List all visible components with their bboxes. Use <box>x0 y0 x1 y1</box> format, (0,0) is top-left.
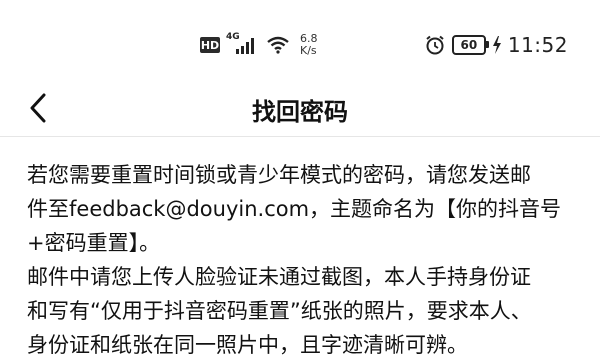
status-bar: HD 4G 6.8 K/s 60 11:52 <box>0 0 600 80</box>
signal-bars-icon <box>236 38 254 54</box>
status-time: 11:52 <box>507 33 568 57</box>
text-line: 和写有“仅用于抖音密码重置”纸张的照片，要求本人、 <box>27 299 532 323</box>
hd-badge: HD <box>200 37 220 53</box>
instructions-content: 若您需要重置时间锁或青少年模式的密码，请您发送邮 件至feedback@douy… <box>27 158 587 362</box>
text-line: 件至feedback@douyin.com，主题命名为【你的抖音号 <box>27 197 562 221</box>
charging-bolt-icon <box>492 36 501 54</box>
wifi-icon <box>267 36 289 54</box>
page-title: 找回密码 <box>252 98 348 126</box>
speed-unit: K/s <box>300 44 317 57</box>
text-line: 若您需要重置时间锁或青少年模式的密码，请您发送邮 <box>27 163 531 187</box>
text-line: +密码重置】。 <box>27 231 161 255</box>
status-bar-left: HD 4G 6.8 K/s <box>200 30 318 60</box>
status-bar-right: 60 11:52 <box>424 30 568 60</box>
cellular-signal-icon: 4G <box>226 32 260 56</box>
network-speed: 6.8 K/s <box>300 33 318 57</box>
battery-indicator: 60 <box>451 35 489 55</box>
navigation-bar: 找回密码 <box>0 80 600 137</box>
battery-level: 60 <box>460 38 478 52</box>
text-line: 身份证和纸张在同一照片中，且字迹清晰可辨。 <box>27 333 468 357</box>
text-line: 邮件中请您上传人脸验证未通过截图，本人手持身份证 <box>27 265 531 289</box>
paragraph-reset-instructions: 若您需要重置时间锁或青少年模式的密码，请您发送邮 件至feedback@douy… <box>27 158 587 260</box>
paragraph-email-requirements: 邮件中请您上传人脸验证未通过截图，本人手持身份证 和写有“仅用于抖音密码重置”纸… <box>27 260 587 362</box>
alarm-clock-icon <box>426 35 444 55</box>
